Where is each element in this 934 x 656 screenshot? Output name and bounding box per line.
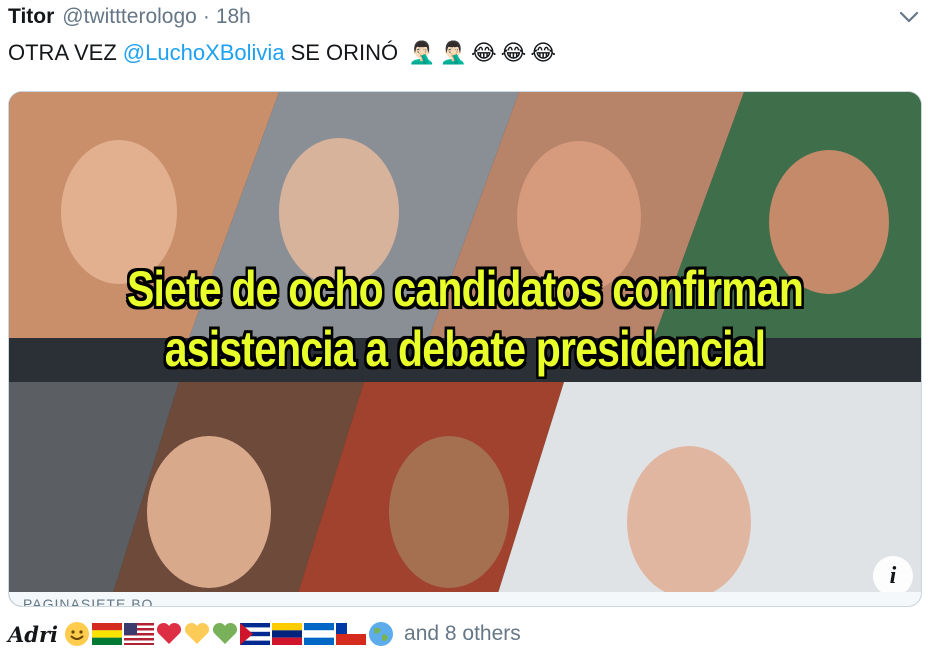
media-card[interactable]: Siete de ocho candidatos confirman asist… xyxy=(8,91,922,607)
tweet-header: Titor @twittterologo · 18h xyxy=(8,4,251,30)
user-handle[interactable]: @twittterologo xyxy=(62,5,197,29)
smiling-face-icon xyxy=(65,622,90,646)
tweet-text: OTRA VEZ @LuchoXBolivia SE ORINÓ 🤦🏻‍♂️ 🤦… xyxy=(8,40,556,66)
bolivia-flag-icon xyxy=(92,623,123,645)
source-label[interactable]: PAGINASIETE.BO xyxy=(23,596,153,606)
tears-of-joy-emoji: 😂 xyxy=(500,40,527,66)
likes-row[interactable]: Adri and 8 others xyxy=(8,619,521,649)
info-icon[interactable]: i xyxy=(873,556,913,596)
venezuela-flag-icon xyxy=(272,623,303,645)
source-strip: PAGINASIETE.BO xyxy=(9,592,921,606)
face-shape xyxy=(627,446,751,598)
cuba-flag-icon xyxy=(240,623,271,645)
tears-of-joy-emoji: 😂 xyxy=(530,40,557,66)
nicaragua-flag-icon xyxy=(304,623,335,645)
liker-name[interactable]: Adri xyxy=(8,622,58,647)
image-caption-line2: asistencia a debate presidencial xyxy=(164,321,766,377)
yellow-heart-icon xyxy=(185,622,210,644)
usa-flag-icon xyxy=(124,623,155,645)
tears-of-joy-emoji: 😂 xyxy=(470,40,497,66)
facepalm-emoji: 🤦🏻‍♂️ xyxy=(439,40,467,66)
face-shape xyxy=(147,436,271,588)
tweet-text-start: OTRA VEZ xyxy=(8,40,117,65)
likes-count[interactable]: and 8 others xyxy=(404,622,521,646)
green-heart-icon xyxy=(213,622,238,644)
chile-flag-icon xyxy=(336,623,367,645)
facepalm-emoji: 🤦🏻‍♂️ xyxy=(408,40,436,66)
red-heart-icon xyxy=(157,622,182,644)
globe-icon xyxy=(369,622,394,646)
tweet-text-end: SE ORINÓ xyxy=(290,40,399,65)
image-caption-line1: Siete de ocho candidatos confirman xyxy=(126,261,804,317)
separator-dot: · xyxy=(202,5,210,28)
face-shape xyxy=(389,436,509,588)
display-name[interactable]: Titor xyxy=(8,5,54,29)
timestamp[interactable]: 18h xyxy=(216,5,251,29)
chevron-down-icon[interactable] xyxy=(898,8,920,26)
mention-link[interactable]: @LuchoXBolivia xyxy=(123,40,285,66)
